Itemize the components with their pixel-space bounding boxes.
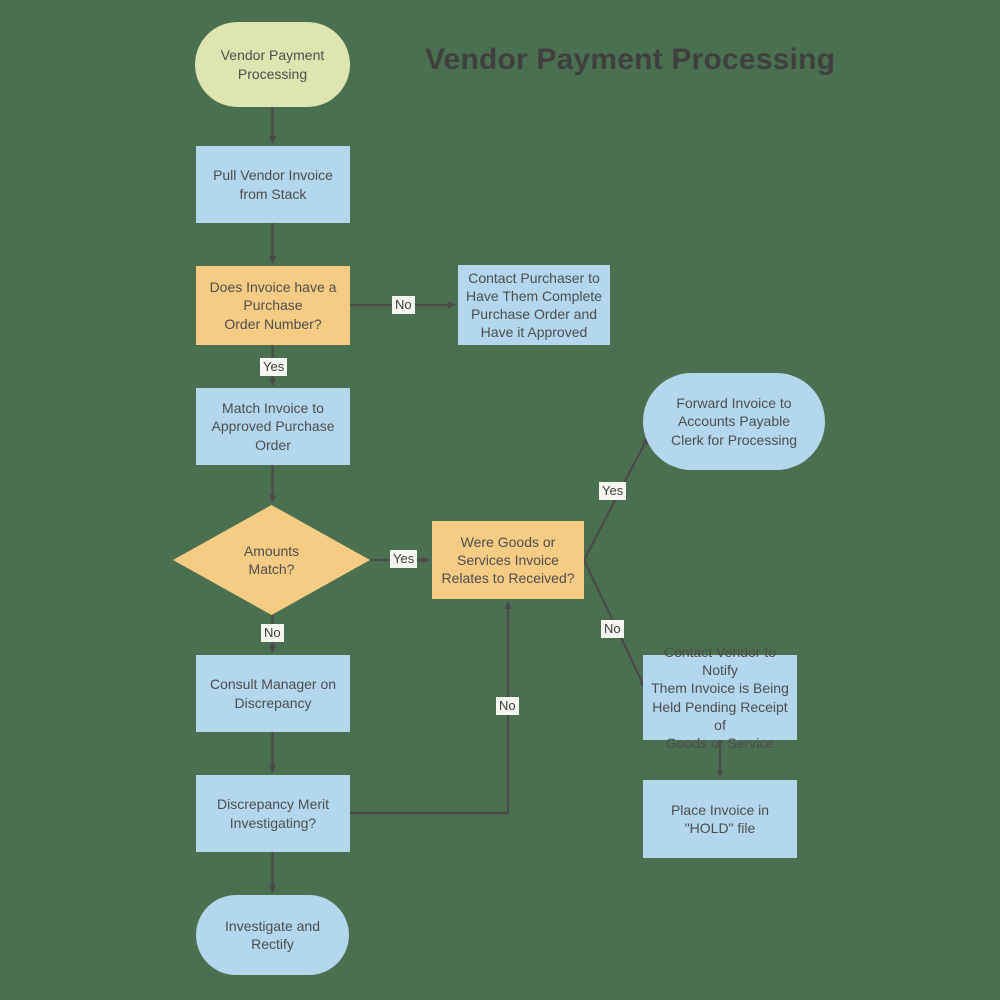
flowchart-canvas: Vendor Payment Processing Vendor Payment… [0,0,1000,1000]
edge-label-yes-has-po: Yes [260,358,288,376]
node-place-invoice-hold[interactable]: Place Invoice in "HOLD" file [643,780,797,858]
node-amounts-match-label: Amounts Match? [243,542,300,577]
edge-merit-to-goods [350,601,512,815]
node-does-invoice-have-po[interactable]: Does Invoice have a Purchase Order Numbe… [196,266,350,345]
edge-label-no-amounts-match: No [261,624,284,642]
node-contact-purchaser[interactable]: Contact Purchaser to Have Them Complete … [458,265,610,345]
node-discrepancy-merit-investigating[interactable]: Discrepancy Merit Investigating? [196,775,350,852]
edge-label-no-merit-investigating: No [496,697,519,715]
node-investigate-and-rectify[interactable]: Investigate and Rectify [196,895,349,975]
node-forward-invoice[interactable]: Forward Invoice to Accounts Payable Cler… [643,373,825,470]
node-start[interactable]: Vendor Payment Processing [195,22,350,107]
node-consult-manager[interactable]: Consult Manager on Discrepancy [196,655,350,732]
node-were-goods-received[interactable]: Were Goods or Services Invoice Relates t… [432,521,584,599]
node-match-invoice[interactable]: Match Invoice to Approved Purchase Order [196,388,350,465]
edge-label-yes-amounts-match: Yes [390,550,418,568]
edge-label-yes-goods-received: Yes [599,482,627,500]
node-pull-vendor-invoice[interactable]: Pull Vendor Invoice from Stack [196,146,350,223]
edge-label-no-goods-received: No [601,620,624,638]
flowchart-edges [268,107,724,893]
edge-label-no-has-po: No [392,296,415,314]
page-title: Vendor Payment Processing [425,43,836,76]
node-amounts-match[interactable]: Amounts Match? [173,505,370,615]
node-contact-vendor[interactable]: Contact Vendor to Notify Them Invoice is… [643,644,797,751]
